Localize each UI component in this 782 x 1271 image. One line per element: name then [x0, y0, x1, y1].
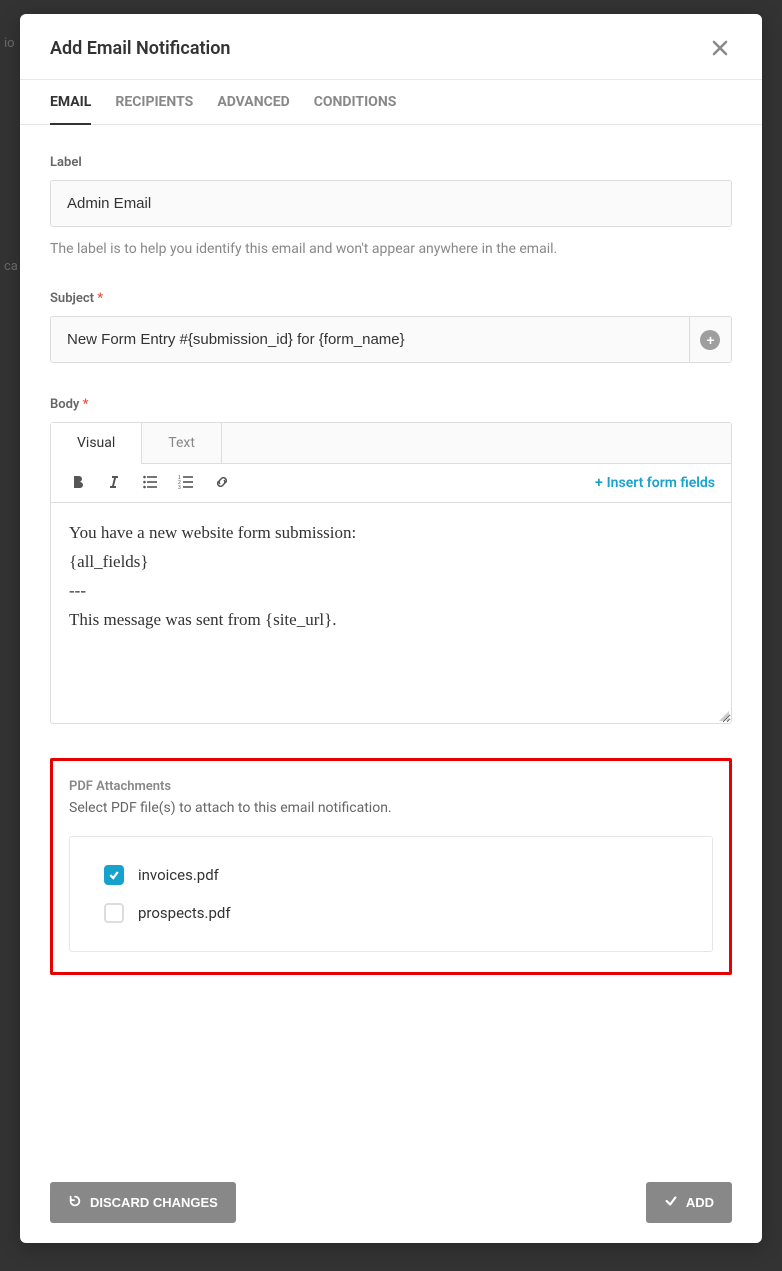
plus-icon: +: [700, 330, 720, 350]
pdf-attachments-title: PDF Attachments: [69, 779, 713, 794]
plus-icon: +: [595, 475, 603, 491]
ordered-list-button[interactable]: 123: [175, 472, 197, 494]
body-editor: Visual Text 123: [50, 422, 732, 724]
label-field-group: Label The label is to help you identify …: [50, 155, 732, 257]
editor-line: ---: [69, 577, 713, 606]
link-icon: [214, 474, 230, 493]
modal-title: Add Email Notification: [50, 38, 230, 59]
italic-button[interactable]: [103, 472, 125, 494]
editor-tabs-filler: [222, 423, 731, 463]
close-icon: [712, 56, 728, 57]
insert-form-fields-label: Insert form fields: [607, 475, 715, 491]
modal-header: Add Email Notification: [20, 14, 762, 80]
label-input[interactable]: [50, 180, 732, 227]
pdf-item-label: invoices.pdf: [138, 866, 219, 884]
bg-fragment: io: [4, 36, 15, 51]
close-button[interactable]: [708, 36, 732, 61]
email-notification-modal: Add Email Notification EMAIL RECIPIENTS …: [20, 14, 762, 1243]
tab-advanced[interactable]: ADVANCED: [217, 94, 289, 124]
editor-line: You have a new website form submission:: [69, 519, 713, 548]
subject-label-text: Subject: [50, 291, 94, 306]
checkbox-unchecked-icon: [104, 903, 124, 923]
pdf-attachments-list: invoices.pdf prospects.pdf: [69, 836, 713, 952]
pdf-item-label: prospects.pdf: [138, 904, 231, 922]
subject-row: +: [50, 316, 732, 363]
checkbox-checked-icon: [104, 865, 124, 885]
body-field-group: Body * Visual Text: [50, 397, 732, 724]
editor-line: This message was sent from {site_url}.: [69, 606, 713, 635]
bg-fragment: ca: [4, 259, 18, 274]
ordered-list-icon: 123: [178, 474, 194, 493]
bold-button[interactable]: [67, 472, 89, 494]
modal-footer: DISCARD CHANGES ADD: [20, 1162, 762, 1243]
subject-field-label: Subject *: [50, 291, 732, 306]
body-label-text: Body: [50, 397, 79, 412]
editor-tabs: Visual Text: [51, 423, 731, 464]
modal-body: Label The label is to help you identify …: [20, 125, 762, 1162]
add-button-label: ADD: [686, 1195, 714, 1210]
pdf-attachments-section: PDF Attachments Select PDF file(s) to at…: [50, 758, 732, 975]
discard-button-label: DISCARD CHANGES: [90, 1195, 218, 1210]
svg-text:3: 3: [178, 485, 181, 490]
bold-icon: [70, 474, 86, 493]
editor-toolbar: 123 + Insert form fields: [51, 464, 731, 503]
main-tabs: EMAIL RECIPIENTS ADVANCED CONDITIONS: [20, 80, 762, 125]
editor-tab-visual[interactable]: Visual: [51, 423, 142, 464]
pdf-item-prospects[interactable]: prospects.pdf: [104, 903, 678, 923]
add-button[interactable]: ADD: [646, 1182, 732, 1223]
tab-recipients[interactable]: RECIPIENTS: [115, 94, 193, 124]
body-field-label: Body *: [50, 397, 732, 412]
required-asterisk: *: [83, 397, 89, 412]
editor-line: {all_fields}: [69, 548, 713, 577]
editor-textarea[interactable]: You have a new website form submission: …: [51, 503, 731, 723]
insert-form-fields-link[interactable]: + Insert form fields: [595, 475, 715, 491]
label-help-text: The label is to help you identify this e…: [50, 241, 732, 257]
pdf-attachments-subtitle: Select PDF file(s) to attach to this ema…: [69, 800, 713, 816]
italic-icon: [106, 474, 122, 493]
undo-icon: [68, 1194, 82, 1211]
link-button[interactable]: [211, 472, 233, 494]
insert-field-button[interactable]: +: [689, 316, 732, 363]
bullet-list-button[interactable]: [139, 472, 161, 494]
required-asterisk: *: [97, 291, 103, 306]
check-icon: [664, 1194, 678, 1211]
subject-field-group: Subject * +: [50, 291, 732, 363]
tab-conditions[interactable]: CONDITIONS: [314, 94, 397, 124]
discard-changes-button[interactable]: DISCARD CHANGES: [50, 1182, 236, 1223]
bullet-list-icon: [142, 474, 158, 493]
pdf-item-invoices[interactable]: invoices.pdf: [104, 865, 678, 885]
label-field-label: Label: [50, 155, 732, 170]
tab-email[interactable]: EMAIL: [50, 94, 91, 124]
subject-input[interactable]: [50, 316, 689, 363]
editor-tab-text[interactable]: Text: [142, 423, 222, 463]
resize-handle-icon: [717, 709, 729, 721]
